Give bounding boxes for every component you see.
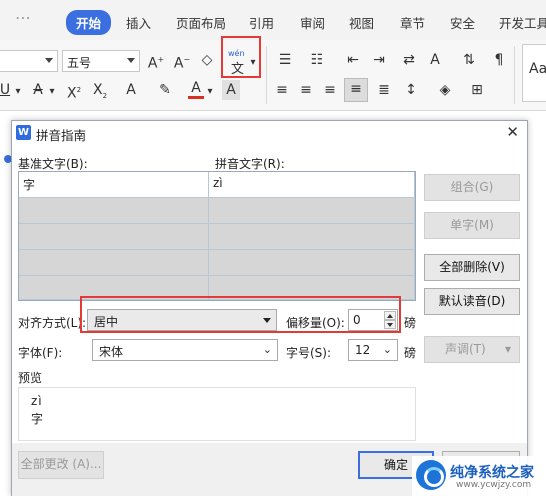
clear-format-icon[interactable]: ◇	[197, 50, 217, 70]
shading-icon[interactable]: ◈	[434, 80, 456, 100]
chevron-down-icon: ⌄	[382, 343, 392, 356]
ribbon-body: 五号 A+ A− ◇ wén 文 ▾ ☰ ☷ ⇤ ⇥ ⇄ A ⇅ ¶ U ▾ A…	[0, 36, 546, 111]
size-unit: 磅	[404, 346, 417, 360]
chevron-down-icon: ▾	[504, 342, 511, 356]
ruby-text-cell	[209, 198, 415, 224]
tone-button[interactable]: 声调(T) ▾	[424, 336, 520, 363]
ruby-text-cell	[209, 250, 415, 276]
base-text-cell	[19, 224, 209, 250]
watermark-url: www.ycwjzy.com	[456, 480, 532, 490]
dialog-title: 拼音指南	[36, 128, 87, 143]
group-button[interactable]: 组合(G)	[424, 174, 520, 201]
chevron-down-icon	[45, 58, 53, 63]
group-divider	[266, 46, 267, 104]
chevron-down-icon[interactable]: ▾	[14, 82, 22, 102]
offset-unit: 磅	[404, 316, 417, 330]
size-label: 字号(S):	[286, 346, 332, 360]
chevron-down-icon: ⌄	[262, 343, 272, 356]
wps-logo-icon: W	[16, 125, 31, 140]
ruby-text-cell[interactable]: zì	[209, 172, 415, 198]
tab-insert[interactable]: 插入	[126, 13, 151, 32]
base-text-cell[interactable]: 字	[19, 172, 209, 198]
tab-home[interactable]: 开始	[66, 10, 112, 35]
tab-chapter[interactable]: 章节	[400, 13, 425, 32]
align-left-icon[interactable]: ≡	[272, 80, 292, 100]
ruby-text-label: 拼音文字(R):	[215, 157, 285, 171]
delete-all-button[interactable]: 全部删除(V)	[424, 254, 520, 281]
bullet-list-icon[interactable]: ☰	[274, 50, 296, 70]
borders-icon[interactable]: ⊞	[466, 80, 488, 100]
group-divider	[514, 46, 515, 104]
chevron-down-icon[interactable]: ▾	[206, 82, 214, 102]
sort-icon[interactable]: ⇅	[458, 50, 480, 70]
styles-preview: Aa	[529, 61, 546, 77]
distributed-icon[interactable]: ≣	[374, 80, 394, 100]
tab-page-layout[interactable]: 页面布局	[176, 13, 226, 32]
shrink-font-icon[interactable]: A−	[172, 50, 192, 74]
font-value: 宋体	[99, 345, 124, 359]
preview-box: zì 字	[18, 387, 416, 441]
alignment-label: 对齐方式(L):	[18, 316, 87, 330]
font-size-combo[interactable]: 五号	[62, 50, 140, 72]
phonetic-guide-dialog: W 拼音指南 ✕ 基准文字(B): 拼音文字(R): 字 zì 组合(G) 单字…	[11, 120, 528, 496]
phonetic-grid: 字 zì	[18, 171, 416, 301]
more-menu-icon[interactable]: ⋯	[15, 8, 32, 27]
font-name-combo[interactable]	[0, 50, 58, 72]
tab-developer[interactable]: 开发工具	[499, 13, 546, 32]
underline-icon[interactable]: U	[0, 80, 12, 100]
ribbon-tab-bar: ⋯ 开始 插入 页面布局 引用 审阅 视图 章节 安全 开发工具	[0, 0, 546, 40]
character-shading-icon[interactable]: A	[222, 80, 240, 100]
increase-indent-icon[interactable]: ⇥	[368, 50, 390, 70]
size-select[interactable]: 12 ⌄	[348, 339, 398, 361]
ruby-text-cell	[209, 224, 415, 250]
base-text-cell	[19, 198, 209, 224]
close-icon[interactable]: ✕	[506, 123, 519, 141]
base-text-cell	[19, 250, 209, 276]
size-value: 12	[355, 343, 371, 357]
change-all-button[interactable]: 全部更改 (A)...	[18, 451, 104, 479]
decrease-indent-icon[interactable]: ⇤	[342, 50, 364, 70]
styles-gallery[interactable]: Aa	[522, 44, 546, 102]
chevron-down-icon[interactable]: ▾	[48, 82, 56, 102]
tab-security[interactable]: 安全	[450, 13, 475, 32]
font-select[interactable]: 宋体 ⌄	[92, 339, 278, 361]
alignment-highlight-box	[80, 296, 401, 333]
justify-icon[interactable]: ≡	[344, 78, 368, 102]
character-spacing-icon[interactable]: A	[424, 50, 446, 70]
font-size-value: 五号	[67, 56, 92, 70]
numbered-list-icon[interactable]: ☷	[306, 50, 328, 70]
chevron-down-icon	[127, 58, 135, 63]
align-right-icon[interactable]: ≡	[320, 80, 340, 100]
font-label: 字体(F):	[18, 346, 63, 360]
text-direction-icon[interactable]: ⇄	[398, 50, 420, 70]
base-text-label: 基准文字(B):	[18, 157, 88, 171]
single-char-button[interactable]: 单字(M)	[424, 212, 520, 239]
tab-view[interactable]: 视图	[349, 13, 374, 32]
phonetic-highlight-box	[221, 36, 261, 78]
show-marks-icon[interactable]: ¶	[488, 50, 510, 70]
preview-base: 字	[31, 412, 44, 426]
preview-label: 预览	[18, 371, 43, 385]
grow-font-icon[interactable]: A+	[146, 50, 166, 74]
align-center-icon[interactable]: ≡	[296, 80, 316, 100]
strikethrough-icon[interactable]: A	[30, 80, 46, 100]
ribbon: ⋯ 开始 插入 页面布局 引用 审阅 视图 章节 安全 开发工具 五号 A+ A…	[0, 0, 546, 111]
font-color-icon[interactable]: A	[188, 80, 204, 99]
tab-review[interactable]: 审阅	[300, 13, 325, 32]
highlight-color-icon[interactable]: ✎	[154, 80, 176, 100]
preview-ruby: zì	[31, 394, 43, 408]
superscript-icon[interactable]: X2	[64, 80, 84, 104]
site-watermark: 纯净系统之家 www.ycwjzy.com	[412, 456, 546, 496]
watermark-logo-icon	[416, 460, 446, 490]
text-effects-icon[interactable]: A	[120, 80, 142, 100]
tab-references[interactable]: 引用	[249, 13, 274, 32]
default-reading-button[interactable]: 默认读音(D)	[424, 288, 520, 315]
line-spacing-icon[interactable]: ↕	[400, 80, 422, 100]
watermark-title: 纯净系统之家	[450, 465, 534, 481]
subscript-icon[interactable]: X2	[90, 80, 110, 106]
